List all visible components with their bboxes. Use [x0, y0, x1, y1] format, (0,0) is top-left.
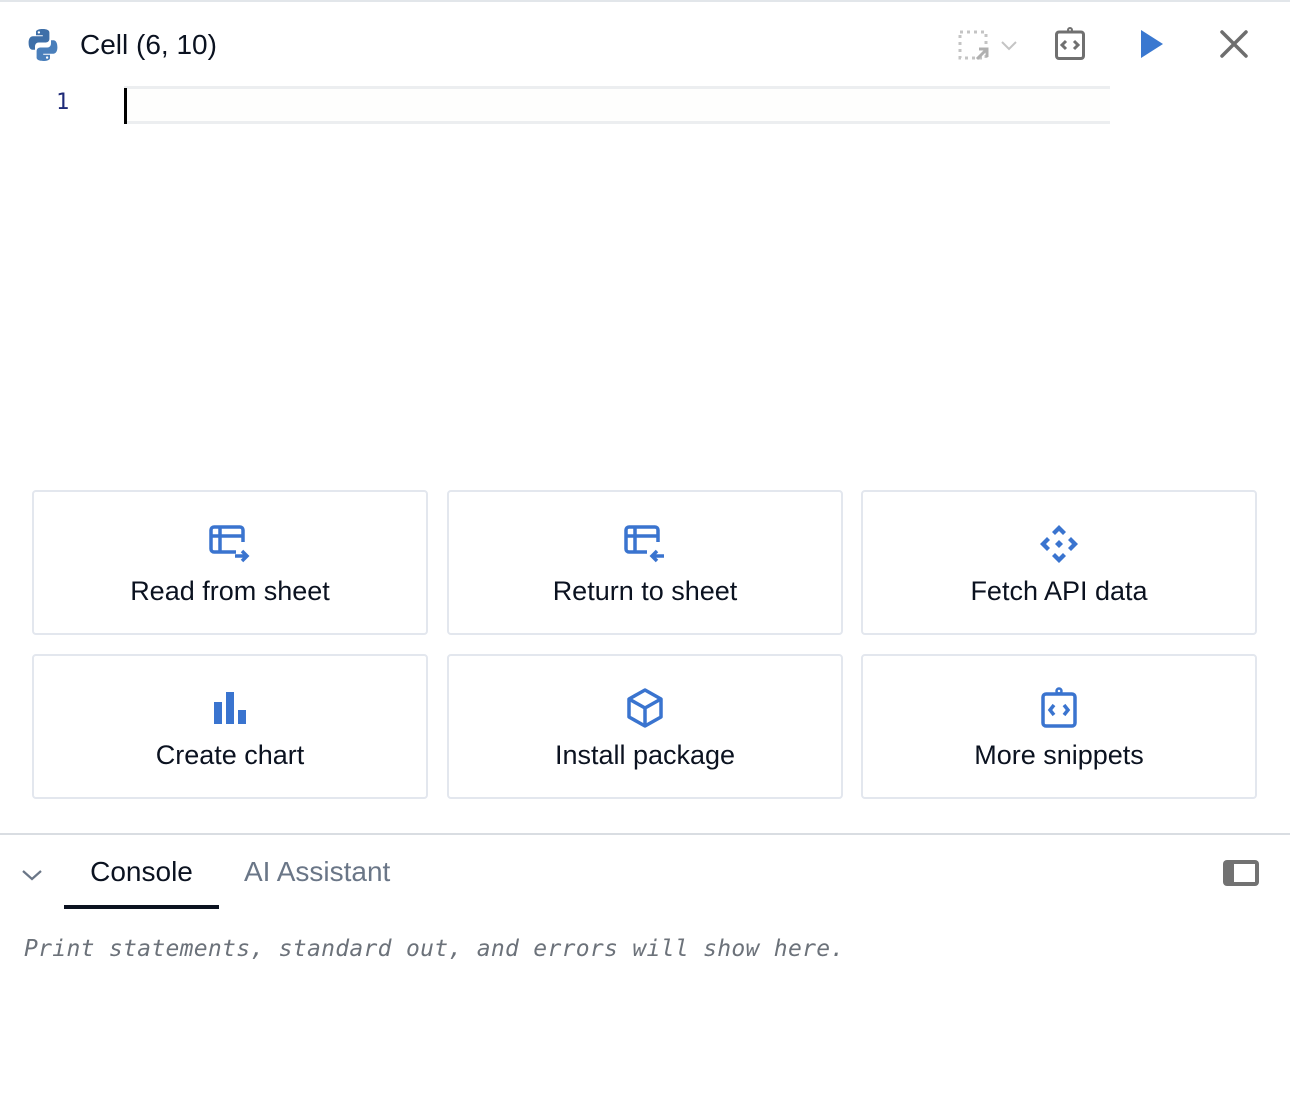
- code-snippet-icon: [1054, 27, 1086, 61]
- cell-editor-header: Cell (6, 10): [0, 2, 1290, 82]
- python-icon: [25, 27, 61, 63]
- snippet-more-snippets[interactable]: More snippets: [861, 654, 1257, 799]
- cell-title: Cell (6, 10): [80, 29, 217, 60]
- chevron-down-icon: [1001, 41, 1017, 51]
- snippet-return-to-sheet[interactable]: Return to sheet: [447, 490, 843, 635]
- select-range-button[interactable]: [952, 26, 1022, 66]
- package-icon: [623, 686, 667, 730]
- snippet-label: Return to sheet: [552, 576, 738, 606]
- snippet-install-package[interactable]: Install package: [447, 654, 843, 799]
- panel-layout-icon: [1223, 860, 1259, 886]
- toggle-panel-layout-button[interactable]: [1222, 859, 1266, 893]
- code-line[interactable]: [124, 86, 1110, 124]
- text-cursor: [124, 88, 127, 124]
- snippet-fetch-api-data[interactable]: Fetch API data: [861, 490, 1257, 635]
- tab-console[interactable]: Console: [64, 835, 219, 909]
- bar-chart-icon: [208, 686, 252, 730]
- snippet-label: Read from sheet: [130, 576, 330, 606]
- select-range-icon: [957, 29, 991, 63]
- run-button[interactable]: [1132, 24, 1172, 64]
- snippet-label: Create chart: [155, 740, 305, 770]
- code-editor[interactable]: 1: [0, 86, 1290, 466]
- chevron-down-icon: [22, 870, 42, 881]
- collapse-panel-button[interactable]: [18, 863, 46, 887]
- snippet-read-from-sheet[interactable]: Read from sheet: [32, 490, 428, 635]
- table-arrow-right-icon: [208, 522, 252, 566]
- tab-ai-assistant[interactable]: AI Assistant: [244, 835, 390, 909]
- play-icon: [1139, 28, 1165, 60]
- bottom-panel-tabs: Console AI Assistant: [0, 835, 1290, 911]
- snippet-create-chart[interactable]: Create chart: [32, 654, 428, 799]
- api-icon: [1037, 522, 1081, 566]
- snippet-label: Install package: [554, 740, 736, 770]
- snippet-label: More snippets: [974, 740, 1144, 770]
- table-arrow-left-icon: [623, 522, 667, 566]
- close-icon: [1219, 29, 1249, 59]
- close-button[interactable]: [1212, 22, 1256, 66]
- console-placeholder: Print statements, standard out, and erro…: [24, 936, 845, 962]
- code-snippet-icon: [1037, 686, 1081, 730]
- snippet-label: Fetch API data: [970, 576, 1148, 606]
- line-number: 1: [56, 90, 70, 115]
- snippet-grid: Read from sheet Return to sheet Fetch AP…: [32, 490, 1260, 802]
- snippets-button[interactable]: [1048, 22, 1092, 66]
